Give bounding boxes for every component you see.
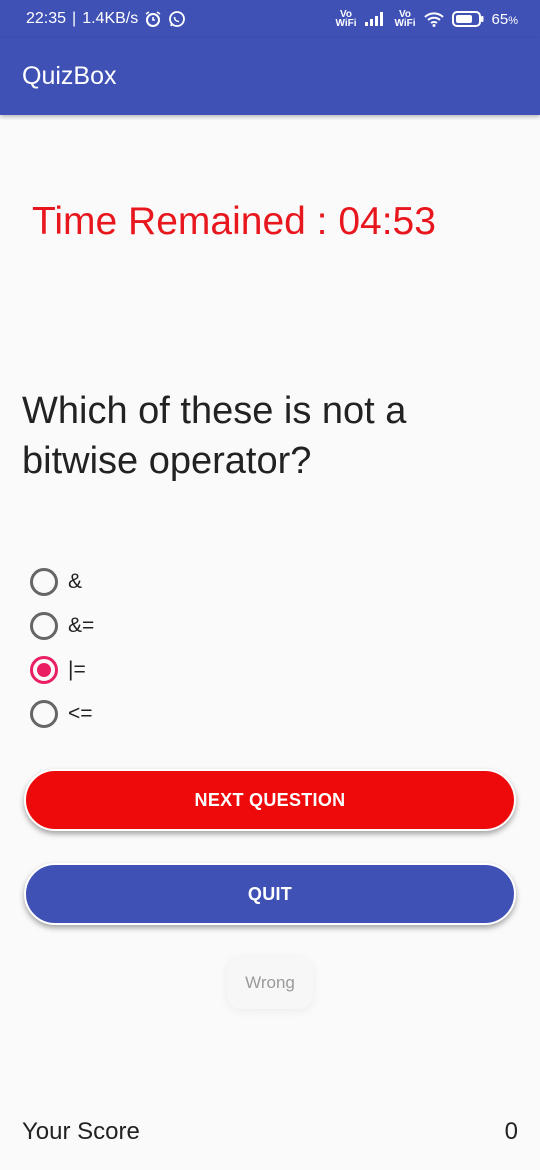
answer-options: & &= |= <=: [30, 560, 94, 736]
battery-icon: [451, 11, 484, 27]
radio-dot: [37, 663, 51, 677]
option-ampersand-equals[interactable]: &=: [30, 604, 94, 648]
question-text: Which of these is not a bitwise operator…: [22, 390, 407, 482]
wifi-icon: [423, 11, 444, 27]
option-label: &: [68, 570, 83, 593]
app-bar: QuizBox: [0, 38, 540, 115]
score-label: Your Score: [22, 1118, 140, 1145]
alarm-icon: [144, 10, 162, 28]
option-less-equals[interactable]: <=: [30, 692, 94, 736]
app-title: QuizBox: [22, 62, 117, 90]
option-ampersand[interactable]: &: [30, 560, 94, 604]
status-bar: 22:35 | 1.4KB/s Vo WiFi Vo WiFi 65%: [0, 0, 540, 38]
volte-1-bottom: WiFi: [335, 18, 357, 29]
battery-unit: %: [508, 14, 518, 27]
radio-button[interactable]: [30, 612, 58, 640]
option-label: &=: [68, 614, 95, 637]
status-time: 22:35: [26, 10, 67, 27]
option-pipe-equals[interactable]: |=: [30, 648, 94, 692]
quit-button[interactable]: QUIT: [24, 863, 516, 925]
battery-percent: 65: [491, 10, 509, 28]
signal-icon: [364, 12, 387, 26]
status-net-speed: 1.4KB/s: [82, 10, 139, 27]
option-label: |=: [68, 658, 86, 681]
status-separator: |: [72, 10, 77, 27]
radio-button[interactable]: [30, 700, 58, 728]
battery-level: 65%: [492, 11, 518, 28]
score-value: 0: [504, 1118, 518, 1145]
radio-button-selected[interactable]: [30, 656, 58, 684]
option-label: <=: [68, 702, 93, 725]
next-question-button[interactable]: NEXT QUESTION: [24, 769, 516, 831]
radio-button[interactable]: [30, 568, 58, 596]
volte-2-bottom: WiFi: [394, 18, 416, 29]
whatsapp-icon: [168, 10, 186, 28]
result-toast: Wrong: [227, 957, 313, 1009]
timer-text: Time Remained : 04:53: [32, 200, 436, 243]
volte-indicator-2: Vo WiFi: [394, 10, 416, 29]
volte-indicator-1: Vo WiFi: [335, 10, 357, 29]
